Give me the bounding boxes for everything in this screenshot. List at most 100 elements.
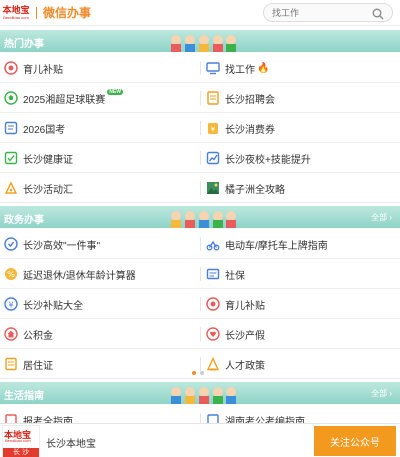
grid-row: ¥ 长沙补贴大全 育儿补贴 — [0, 289, 400, 319]
grid-item-residence-permit[interactable]: 居住证 — [4, 349, 198, 379]
bendibao-logo[interactable]: 本地宝 Bendibao.com — [2, 3, 30, 23]
footer-bar: 本地宝 Bendibao.com 长 沙 长沙本地宝 关注公众号 — [0, 423, 400, 457]
column-divider — [200, 91, 201, 105]
footer-logo[interactable]: 本地宝 Bendibao.com 长 沙 — [2, 425, 40, 457]
efficient-icon — [4, 237, 18, 251]
logo-text: 本地宝 — [2, 5, 30, 15]
grid-item-label: 电动车/摩托车上牌指南 — [225, 240, 328, 252]
section-title: 政务办事 — [4, 215, 44, 226]
grid-row: 公积金 长沙产假 — [0, 319, 400, 349]
svg-text:%: % — [7, 270, 15, 279]
carousel-dot-active[interactable] — [192, 371, 196, 375]
column-divider — [200, 267, 201, 281]
svg-text:¥: ¥ — [8, 300, 13, 309]
grid-item-job-fair[interactable]: 长沙招聘会 — [206, 83, 396, 113]
banner-illustration — [171, 387, 236, 404]
grid-item-label: 长沙健康证 — [23, 154, 73, 166]
new-badge: NEW — [107, 89, 123, 95]
grid-row: 长沙活动汇 橘子洲全攻略 — [0, 173, 400, 203]
grid-item-label: 长沙高效"一件事" — [23, 240, 101, 252]
monitor-icon — [206, 61, 220, 75]
section-banner-hot: 热门办事 — [0, 30, 400, 52]
footer-logo-city: 长 沙 — [3, 448, 39, 457]
grid-item-label: 长沙补贴大全 — [23, 300, 83, 312]
grid-item-label: 育儿补贴 — [23, 64, 63, 76]
grid-item-label: 找工作 — [225, 64, 255, 76]
column-divider — [200, 327, 201, 341]
column-divider — [200, 151, 201, 165]
health-cert-icon — [4, 151, 18, 165]
grid-row: 2025湘超足球联赛 NEW 长沙招聘会 — [0, 83, 400, 113]
follow-button[interactable]: 关注公众号 — [314, 426, 396, 456]
grid-item-label: 长沙夜校+技能提升 — [225, 154, 311, 166]
activity-icon — [4, 181, 18, 195]
grid-item-find-job[interactable]: 找工作 🔥 — [206, 53, 396, 83]
grid-item-football-league[interactable]: 2025湘超足球联赛 NEW — [4, 83, 198, 113]
carousel-dots — [190, 371, 206, 375]
exam-icon — [4, 121, 18, 135]
talent-policy-icon — [206, 357, 220, 371]
grid-row: % 延迟退休/退休年龄计算器 社保 — [0, 259, 400, 289]
calculator-icon: % — [4, 267, 18, 281]
grid-item-national-exam[interactable]: 2026国考 — [4, 113, 198, 143]
column-divider — [200, 237, 201, 251]
logo-subtext: Bendibao.com — [3, 15, 29, 20]
grid-item-coupon[interactable]: ¥ 长沙消费券 — [206, 113, 396, 143]
grid-item-health-cert[interactable]: 长沙健康证 — [4, 143, 198, 173]
football-icon — [4, 91, 18, 105]
page: 本地宝 Bendibao.com 微信办事 热门办事 育儿补贴 — [0, 0, 400, 457]
grid-item-label: 公积金 — [23, 330, 53, 342]
banner-illustration — [171, 211, 236, 228]
svg-text:¥: ¥ — [211, 126, 216, 134]
grid-item-label: 橘子洲全攻略 — [225, 184, 285, 196]
grid-row: 长沙高效"一件事" 电动车/摩托车上牌指南 — [0, 229, 400, 259]
account-name: 长沙本地宝 — [46, 439, 96, 450]
grid-item-housing-fund[interactable]: 公积金 — [4, 319, 198, 349]
see-all-link[interactable]: 全部 › — [371, 212, 392, 223]
section-banner-life: 生活指南 全部 › — [0, 382, 400, 404]
grid-item-retirement-calculator[interactable]: % 延迟退休/退休年龄计算器 — [4, 259, 198, 289]
grid-item-baby-subsidy[interactable]: 育儿补贴 — [4, 53, 198, 83]
grid-item-baby-subsidy-2[interactable]: 育儿补贴 — [206, 289, 396, 319]
grid-item-label: 长沙活动汇 — [23, 184, 73, 196]
grid-item-label: 延迟退休/退休年龄计算器 — [23, 270, 136, 282]
grid-row: 育儿补贴 找工作 🔥 — [0, 53, 400, 83]
section-banner-gov: 政务办事 全部 › — [0, 206, 400, 228]
maternity-leave-icon — [206, 327, 220, 341]
grid-item-talent-policy[interactable]: 人才政策 — [206, 349, 396, 379]
section-title: 生活指南 — [4, 391, 44, 402]
grid-item-label: 育儿补贴 — [225, 300, 265, 312]
column-divider — [200, 61, 201, 75]
grid-item-label: 长沙消费券 — [225, 124, 275, 136]
banner-illustration — [171, 35, 236, 52]
search-icon[interactable] — [372, 7, 384, 25]
search-input[interactable] — [272, 7, 367, 18]
search-box[interactable] — [263, 3, 393, 22]
header: 本地宝 Bendibao.com 微信办事 — [0, 0, 400, 26]
landscape-icon — [206, 181, 220, 195]
grid-item-activity[interactable]: 长沙活动汇 — [4, 173, 198, 203]
grid-item-label: 长沙产假 — [225, 330, 265, 342]
grid-item-ebike-plate[interactable]: 电动车/摩托车上牌指南 — [206, 229, 396, 259]
grid-row: 长沙健康证 长沙夜校+技能提升 — [0, 143, 400, 173]
grid-item-label: 人才政策 — [225, 360, 265, 372]
grid-item-label: 社保 — [225, 270, 245, 282]
fire-icon: 🔥 — [257, 62, 270, 74]
column-divider — [200, 357, 201, 371]
grid-item-label: 长沙招聘会 — [225, 94, 275, 106]
job-fair-icon — [206, 91, 220, 105]
grid-item-orange-isle-guide[interactable]: 橘子洲全攻略 — [206, 173, 396, 203]
grid-row: 2026国考 ¥ 长沙消费券 — [0, 113, 400, 143]
housing-fund-icon — [4, 327, 18, 341]
grid-item-maternity-leave[interactable]: 长沙产假 — [206, 319, 396, 349]
grid-item-social-security[interactable]: 社保 — [206, 259, 396, 289]
column-divider — [200, 181, 201, 195]
header-divider — [36, 6, 37, 19]
grid-item-subsidies[interactable]: ¥ 长沙补贴大全 — [4, 289, 198, 319]
social-security-icon — [206, 267, 220, 281]
grid-item-night-school[interactable]: 长沙夜校+技能提升 — [206, 143, 396, 173]
see-all-link[interactable]: 全部 › — [371, 388, 392, 399]
grid-item-efficient[interactable]: 长沙高效"一件事" — [4, 229, 198, 259]
column-divider — [200, 121, 201, 135]
carousel-dot[interactable] — [200, 371, 204, 375]
